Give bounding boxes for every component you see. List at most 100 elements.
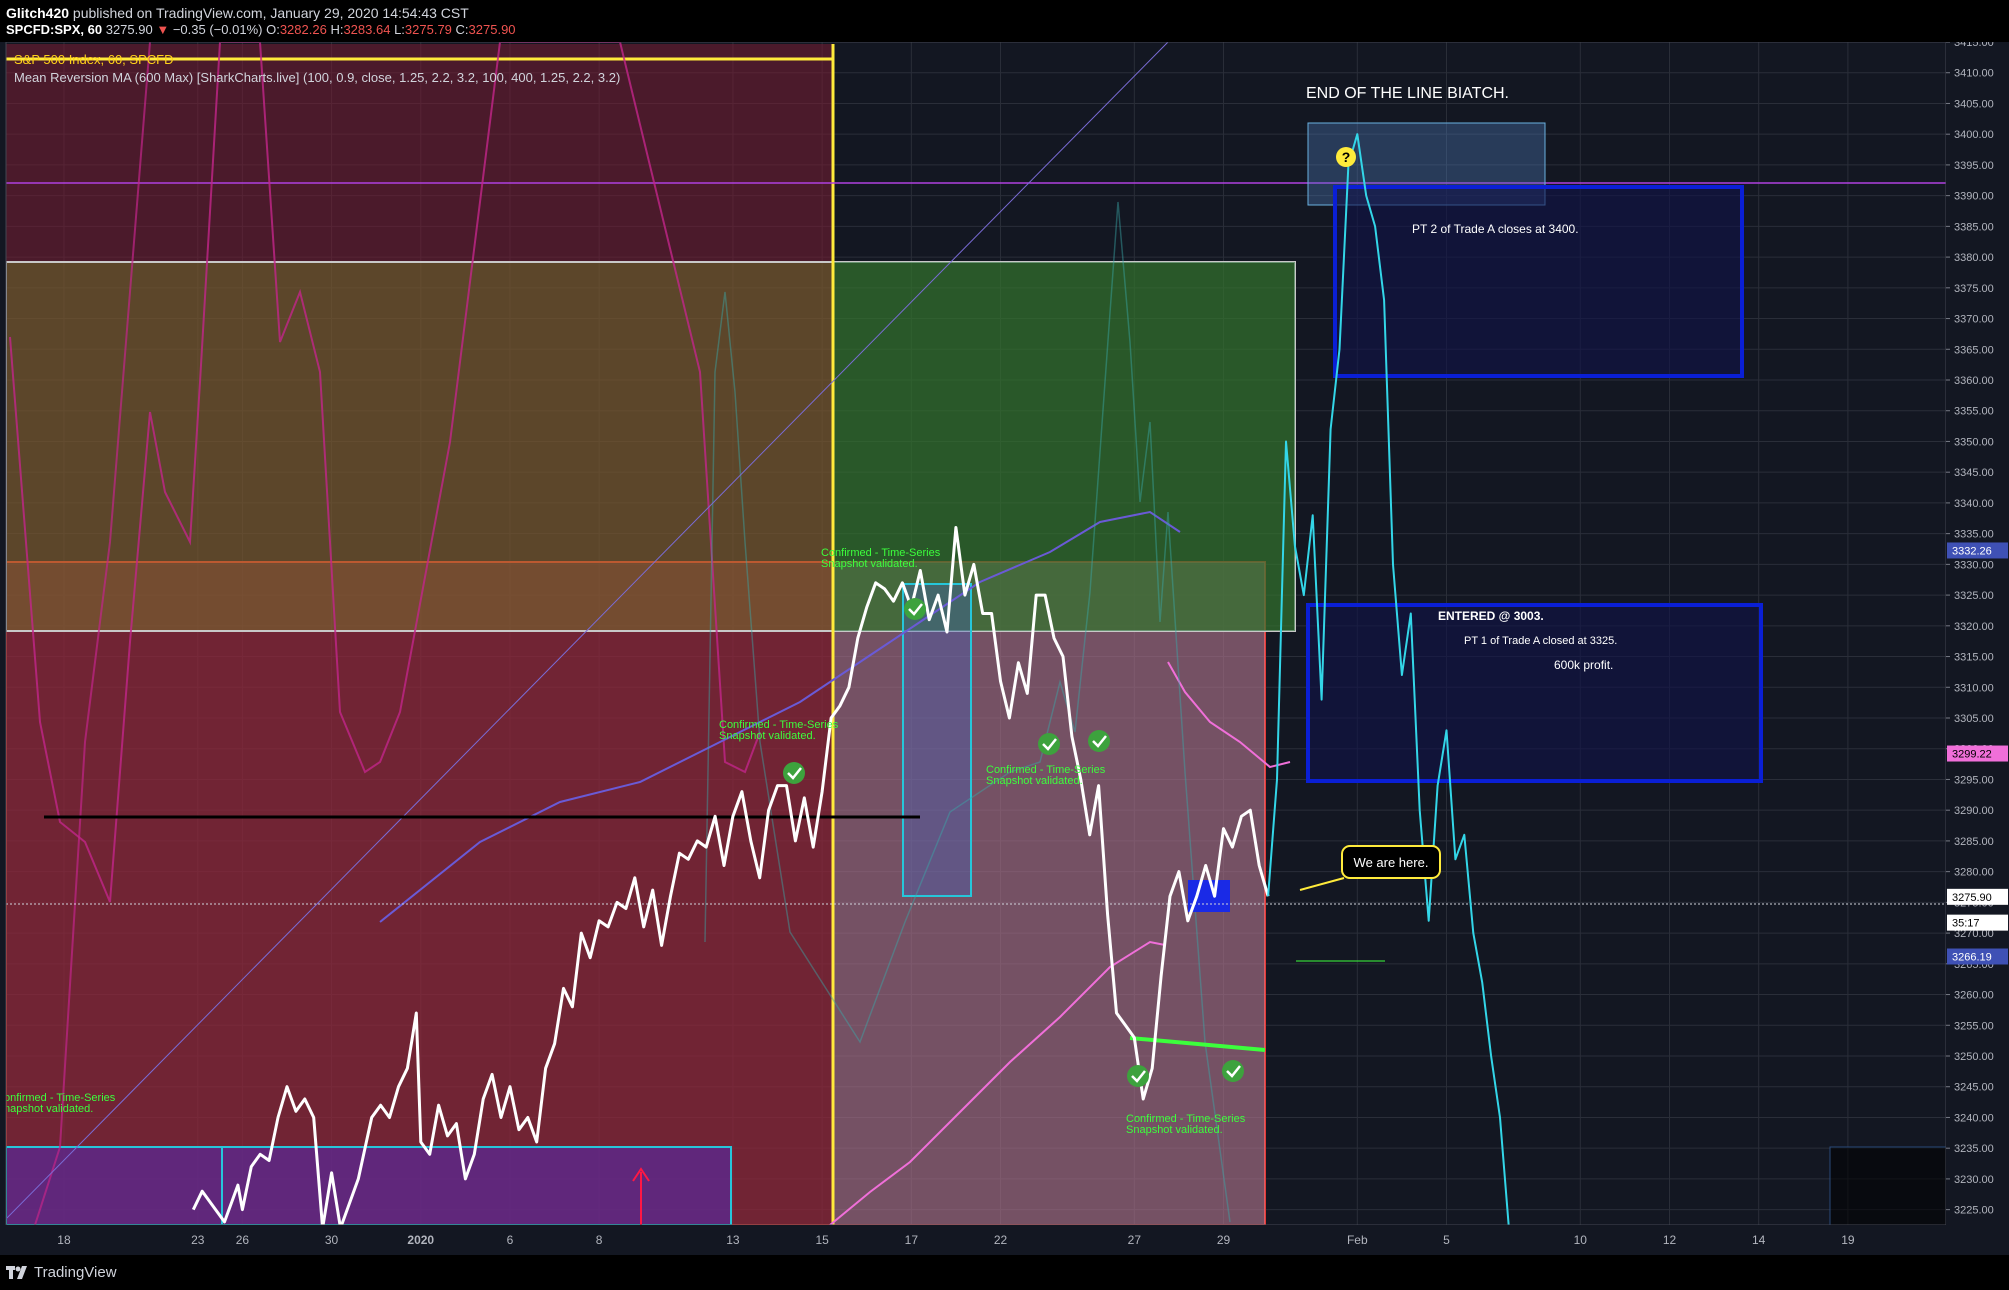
price-tag-label: 3299.22: [1952, 749, 1992, 761]
symbol-label[interactable]: SPCFD:SPX, 60: [6, 22, 102, 37]
x-tick-label: 5: [1443, 1233, 1450, 1247]
close-value: 3275.90: [468, 22, 516, 37]
pt2-box[interactable]: [1333, 185, 1744, 378]
price-tag-label: 3275.90: [1952, 892, 1992, 904]
y-tick-label: 3255.00: [1954, 1020, 1994, 1032]
low-value: 3275.79: [404, 22, 452, 37]
y-tick-label: 3400.00: [1954, 129, 1994, 141]
x-tick-label: 22: [994, 1233, 1008, 1247]
pt2-note[interactable]: PT 2 of Trade A closes at 3400.: [1412, 222, 1579, 236]
y-tick-label: 3380.00: [1954, 252, 1994, 264]
y-tick-label: 3260.00: [1954, 990, 1994, 1002]
down-arrow-icon: ▼: [156, 22, 170, 37]
x-tick-label: 2020: [407, 1233, 434, 1247]
y-tick-label: 3375.00: [1954, 283, 1994, 295]
low-label: L:: [394, 22, 405, 37]
close-label: C:: [455, 22, 469, 37]
chart-header: Glitch420 published on TradingView.com, …: [0, 0, 2009, 42]
confirm-label: Snapshot validated.: [1126, 1124, 1223, 1136]
dark-box[interactable]: [1829, 1146, 1946, 1225]
y-tick-label: 3405.00: [1954, 98, 1994, 110]
y-tick-label: 3410.00: [1954, 68, 1994, 80]
y-tick-label: 3305.00: [1954, 713, 1994, 725]
series-legend[interactable]: S&P 500 Index, 60, SPCFD: [14, 52, 173, 67]
y-tick-label: 3415.00: [1954, 42, 1994, 49]
publish-text: published on TradingView.com, January 29…: [72, 5, 469, 21]
confirm-label: Snapshot validated.: [821, 558, 918, 570]
x-tick-label: 26: [236, 1233, 250, 1247]
x-tick-label: 30: [325, 1233, 339, 1247]
y-tick-label: 3310.00: [1954, 682, 1994, 694]
check-icon: [1038, 733, 1060, 755]
y-tick-label: 3230.00: [1954, 1174, 1994, 1186]
y-tick-label: 3295.00: [1954, 774, 1994, 786]
profit-note[interactable]: 600k profit.: [1554, 658, 1613, 672]
purple-box[interactable]: [6, 1146, 732, 1225]
footer: TradingView: [0, 1255, 2009, 1290]
y-tick-label: 3280.00: [1954, 867, 1994, 879]
x-tick-label: 15: [815, 1233, 829, 1247]
y-tick-label: 3360.00: [1954, 375, 1994, 387]
x-tick-label: 8: [596, 1233, 603, 1247]
callout-text: We are here.: [1354, 855, 1429, 870]
y-tick-label: 3385.00: [1954, 221, 1994, 233]
check-icon: [783, 762, 805, 784]
y-tick-label: 3335.00: [1954, 529, 1994, 541]
y-tick-label: 3395.00: [1954, 160, 1994, 172]
y-tick-label: 3315.00: [1954, 652, 1994, 664]
last-price: 3275.90: [105, 22, 153, 37]
y-tick-label: 3355.00: [1954, 406, 1994, 418]
publish-info: Glitch420 published on TradingView.com, …: [6, 5, 469, 21]
y-tick-label: 3350.00: [1954, 436, 1994, 448]
x-tick-label: 10: [1574, 1233, 1588, 1247]
chart-canvas[interactable]: ? END OF THE LINE BIATCH. PT 2 of Trade …: [0, 42, 2009, 1255]
price-tag-label: 35:17: [1952, 918, 1980, 930]
x-tick-label: 23: [191, 1233, 205, 1247]
tradingview-logo-icon[interactable]: [6, 1264, 28, 1280]
price-tag-label: 3266.19: [1952, 952, 1992, 964]
y-tick-label: 3340.00: [1954, 498, 1994, 510]
y-tick-label: 3345.00: [1954, 467, 1994, 479]
y-tick-label: 3325.00: [1954, 590, 1994, 602]
y-tick-label: 3240.00: [1954, 1112, 1994, 1124]
y-tick-label: 3250.00: [1954, 1051, 1994, 1063]
confirm-label: Snapshot validated.: [986, 775, 1083, 787]
x-tick-label: 27: [1128, 1233, 1142, 1247]
price-change: −0.35 (−0.01%): [172, 22, 263, 37]
pt1-note[interactable]: PT 1 of Trade A closed at 3325.: [1464, 635, 1617, 647]
title-note[interactable]: END OF THE LINE BIATCH.: [1306, 85, 1509, 102]
cyan-box[interactable]: [902, 583, 972, 897]
entered-box[interactable]: [1306, 603, 1763, 783]
x-tick-label: 17: [905, 1233, 919, 1247]
high-value: 3283.64: [343, 22, 391, 37]
check-icon: [1088, 730, 1110, 752]
confirm-label: napshot validated.: [4, 1103, 93, 1115]
x-tick-label: 19: [1841, 1233, 1855, 1247]
brand-name[interactable]: TradingView: [34, 1264, 117, 1281]
check-icon: [1222, 1060, 1244, 1082]
y-tick-label: 3365.00: [1954, 344, 1994, 356]
indicator-legend[interactable]: Mean Reversion MA (600 Max) [SharkCharts…: [14, 70, 620, 85]
check-icon: [904, 598, 926, 620]
symbol-quote: SPCFD:SPX, 60 3275.90 ▼ −0.35 (−0.01%) O…: [6, 22, 516, 37]
price-tag-label: 3332.26: [1952, 545, 1992, 557]
question-icon: ?: [1336, 147, 1356, 167]
x-tick-label: 18: [57, 1233, 71, 1247]
high-label: H:: [330, 22, 344, 37]
y-tick-label: 3390.00: [1954, 191, 1994, 203]
x-tick-label: 14: [1752, 1233, 1766, 1247]
x-tick-label: 29: [1217, 1233, 1231, 1247]
check-icon: [1127, 1065, 1149, 1087]
y-tick-label: 3235.00: [1954, 1143, 1994, 1155]
x-axis[interactable]: 18 23 26 30 2020 6 8 13 15 17 22 27 29 Feb 5 10 12 14 19: [0, 1225, 2009, 1255]
x-tick-label: 6: [507, 1233, 514, 1247]
green-zone[interactable]: [833, 262, 1295, 631]
y-axis[interactable]: 3225.00 3230.00 3235.00 3240.00 3245.00 3250.…: [1946, 42, 2009, 1255]
open-label: O:: [266, 22, 280, 37]
y-tick-label: 3370.00: [1954, 314, 1994, 326]
entered-note[interactable]: ENTERED @ 3003.: [1438, 609, 1544, 623]
x-tick-label: Feb: [1347, 1233, 1368, 1247]
y-tick-label: 3225.00: [1954, 1205, 1994, 1217]
author-name[interactable]: Glitch420: [6, 5, 69, 21]
y-tick-label: 3245.00: [1954, 1082, 1994, 1094]
